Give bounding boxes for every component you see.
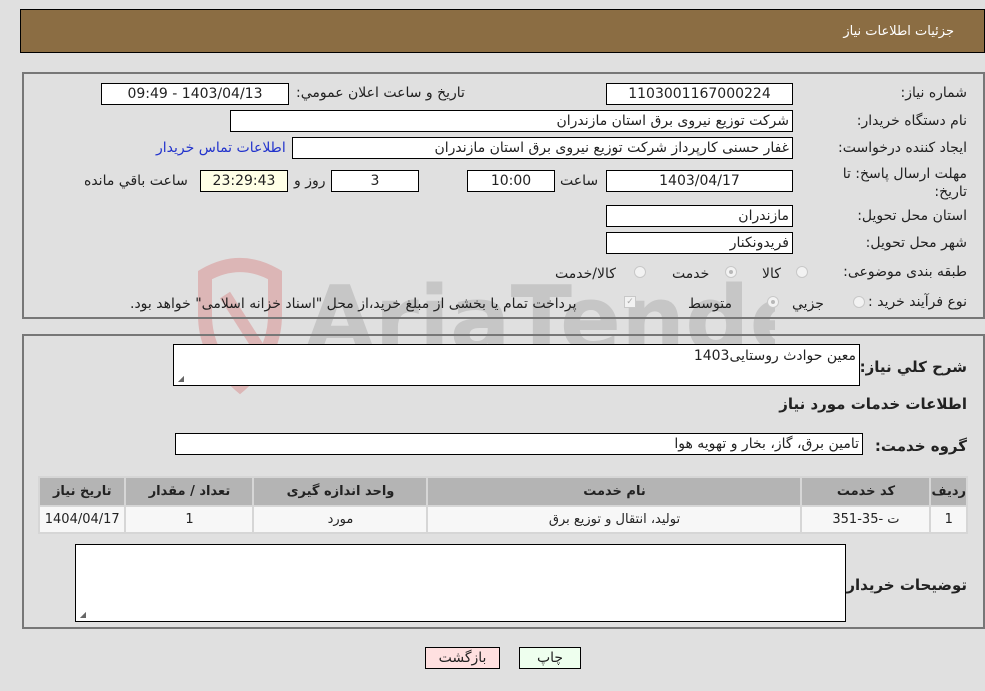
- cell-unit: مورد: [254, 507, 427, 532]
- buyer-notes-textarea[interactable]: ◢: [75, 544, 846, 622]
- service-group-field[interactable]: تامین برق، گاز، بخار و تهویه هوا: [175, 433, 863, 455]
- deadline-label: مهلت ارسال پاسخ: تا تاریخ:: [842, 166, 967, 200]
- description-label: شرح کلي نياز:: [859, 358, 967, 376]
- buyer-org-field[interactable]: شرکت توزیع نیروی برق استان مازندران: [230, 110, 793, 132]
- remaining-time-label: ساعت باقي مانده: [84, 173, 188, 189]
- services-heading: اطلاعات خدمات مورد نياز: [779, 395, 967, 413]
- need-number-field[interactable]: 1103001167000224: [606, 83, 793, 105]
- service-group-label: گروه خدمت:: [874, 437, 967, 455]
- buyer-notes-label: توضیحات خریدار:: [840, 576, 967, 594]
- province-label: استان محل تحویل:: [857, 208, 967, 224]
- requester-label: ایجاد کننده درخواست:: [838, 140, 967, 156]
- cell-service-code: ت -35-351: [802, 507, 930, 532]
- resize-handle-icon[interactable]: ◢: [78, 611, 86, 619]
- services-table: رديف کد خدمت نام خدمت واحد اندازه گیری ت…: [38, 476, 968, 534]
- city-field[interactable]: فریدونکنار: [606, 232, 793, 254]
- days-label: روز و: [294, 173, 326, 189]
- print-button[interactable]: چاپ: [519, 647, 581, 669]
- category-radio-goods[interactable]: [796, 266, 808, 278]
- deadline-time-field[interactable]: 10:00: [467, 170, 555, 192]
- col-row-number: رديف: [931, 478, 966, 505]
- category-radio-service[interactable]: [725, 266, 737, 278]
- back-button[interactable]: بازگشت: [425, 647, 500, 669]
- description-textarea[interactable]: معین حوادث روستایی1403 ◢: [173, 344, 860, 386]
- category-option-service: خدمت: [672, 266, 710, 282]
- buyer-contact-link[interactable]: اطلاعات تماس خریدار: [156, 140, 286, 156]
- process-radio-medium[interactable]: [767, 296, 779, 308]
- remaining-time-field: 23:29:43: [200, 170, 288, 192]
- process-radio-minor[interactable]: [853, 296, 865, 308]
- cell-need-date: 1404/04/17: [40, 507, 125, 532]
- category-option-goods: کالا: [762, 266, 781, 282]
- process-option-minor: جزيي: [792, 296, 824, 312]
- cell-quantity: 1: [126, 507, 253, 532]
- deadline-date-field[interactable]: 1403/04/17: [606, 170, 793, 192]
- resize-handle-icon[interactable]: ◢: [176, 375, 184, 383]
- cell-row-number: 1: [931, 507, 966, 532]
- col-need-date: تاریخ نیاز: [40, 478, 125, 505]
- treasury-checkbox-label: پرداخت تمام یا بخشی از مبلغ خرید،از محل …: [130, 296, 577, 312]
- buyer-org-label: نام دستگاه خریدار:: [856, 113, 967, 129]
- table-header-row: رديف کد خدمت نام خدمت واحد اندازه گیری ت…: [40, 478, 966, 505]
- category-option-goods-service: کالا/خدمت: [555, 266, 616, 282]
- category-label: طبقه بندی موضوعی:: [843, 264, 967, 280]
- deadline-time-label: ساعت: [560, 173, 599, 189]
- process-option-medium: متوسط: [688, 296, 732, 312]
- cell-service-name: تولید، انتقال و توزیع برق: [428, 507, 801, 532]
- purchase-process-label: نوع فرآیند خرید :: [868, 294, 967, 310]
- treasury-checkbox[interactable]: ✓: [624, 296, 636, 308]
- col-service-code: کد خدمت: [802, 478, 930, 505]
- description-text: معین حوادث روستایی1403: [693, 348, 856, 364]
- col-unit: واحد اندازه گیری: [254, 478, 427, 505]
- city-label: شهر محل تحویل:: [865, 235, 967, 251]
- requester-field[interactable]: غفار حسنی کارپرداز شرکت توزیع نیروی برق …: [292, 137, 793, 159]
- announce-datetime-field[interactable]: 1403/04/13 - 09:49: [101, 83, 289, 105]
- page-title: جزئیات اطلاعات نیاز: [843, 24, 954, 39]
- col-service-name: نام خدمت: [428, 478, 801, 505]
- table-row: 1 ت -35-351 تولید، انتقال و توزیع برق مو…: [40, 507, 966, 532]
- need-number-label: شماره نیاز:: [900, 85, 968, 101]
- announce-datetime-label: تاریخ و ساعت اعلان عمومي:: [296, 85, 465, 101]
- col-quantity: تعداد / مقدار: [126, 478, 253, 505]
- page-header: جزئیات اطلاعات نیاز: [20, 9, 985, 53]
- days-remaining-field: 3: [331, 170, 419, 192]
- category-radio-goods-service[interactable]: [634, 266, 646, 278]
- province-field[interactable]: مازندران: [606, 205, 793, 227]
